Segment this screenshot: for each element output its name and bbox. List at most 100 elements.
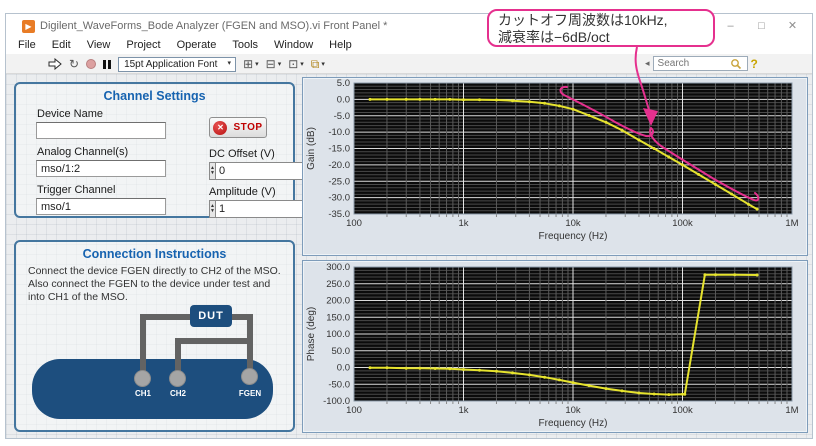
connection-instructions-title: Connection Instructions bbox=[16, 247, 293, 261]
decrement-icon[interactable]: ▼ bbox=[210, 171, 215, 176]
distribute-objects-button[interactable]: ⊟ ▾ bbox=[266, 55, 282, 73]
labview-app-icon: ▶ bbox=[22, 20, 35, 33]
close-button[interactable]: ✕ bbox=[777, 14, 808, 38]
menu-item-edit[interactable]: Edit bbox=[44, 38, 79, 54]
svg-text:-50.0: -50.0 bbox=[328, 379, 350, 390]
phase-chart-plot: 300.0250.0200.0150.0100.050.00.0-50.0-10… bbox=[303, 261, 809, 434]
svg-text:1M: 1M bbox=[785, 405, 798, 416]
align-objects-button[interactable]: ⊞ ▾ bbox=[243, 55, 259, 73]
annotation-callout: カットオフ周波数は10kHz, 減衰率は−6dB/oct bbox=[487, 9, 715, 47]
svg-text:-30.0: -30.0 bbox=[328, 193, 350, 204]
menu-item-project[interactable]: Project bbox=[118, 38, 168, 54]
dc-offset-control: ▲ ▼ bbox=[209, 162, 259, 180]
stop-button[interactable]: ✕ STOP bbox=[209, 117, 267, 138]
chevron-down-icon: ▾ bbox=[278, 60, 282, 68]
connection-instructions-panel: Connection Instructions Connect the devi… bbox=[14, 240, 295, 432]
toolbar-collapse-icon[interactable]: ◂ bbox=[645, 58, 650, 69]
channel-settings-panel: Channel Settings Device Name ✕ STOP Anal… bbox=[14, 82, 295, 218]
trigger-channel-label: Trigger Channel bbox=[37, 184, 115, 196]
svg-text:1M: 1M bbox=[785, 218, 798, 229]
maximize-button[interactable]: □ bbox=[746, 14, 777, 38]
font-selector-value: 15pt Application Font bbox=[124, 59, 217, 71]
svg-text:250.0: 250.0 bbox=[326, 279, 350, 290]
ch2-port bbox=[169, 370, 186, 387]
svg-text:50.0: 50.0 bbox=[332, 346, 351, 357]
svg-text:0.0: 0.0 bbox=[337, 94, 350, 105]
annotation-line2: 減衰率は−6dB/oct bbox=[498, 29, 713, 46]
amplitude-label: Amplitude (V) bbox=[209, 186, 276, 198]
menu-item-tools[interactable]: Tools bbox=[224, 38, 266, 54]
svg-text:100.0: 100.0 bbox=[326, 329, 350, 340]
decrement-icon[interactable]: ▼ bbox=[210, 209, 215, 214]
menu-item-file[interactable]: File bbox=[10, 38, 44, 54]
search-icon bbox=[730, 58, 742, 70]
fgen-port-label: FGEN bbox=[239, 389, 261, 398]
svg-text:100k: 100k bbox=[672, 218, 693, 229]
ch1-port-label: CH1 bbox=[135, 389, 151, 398]
svg-text:10k: 10k bbox=[565, 218, 581, 229]
menu-item-view[interactable]: View bbox=[79, 38, 119, 54]
run-continuous-button[interactable]: ↻ bbox=[69, 55, 79, 73]
amplitude-control: ▲ ▼ bbox=[209, 200, 259, 218]
chevron-down-icon: ▾ bbox=[255, 60, 259, 68]
analog-channels-field[interactable] bbox=[36, 160, 166, 177]
resize-objects-icon: ⊡ bbox=[288, 55, 298, 73]
abort-button[interactable] bbox=[86, 59, 96, 69]
wire-ch1-horizontal bbox=[140, 314, 192, 320]
amplitude-stepper[interactable]: ▲ ▼ bbox=[209, 200, 216, 218]
svg-text:100k: 100k bbox=[672, 405, 693, 416]
svg-text:Gain (dB): Gain (dB) bbox=[306, 127, 317, 170]
wire-ch2-horizontal bbox=[175, 338, 253, 344]
svg-text:200.0: 200.0 bbox=[326, 296, 350, 307]
gain-chart: 5.00.0-5.0-10.0-15.0-20.0-25.0-30.0-35.0… bbox=[302, 77, 808, 256]
dc-offset-stepper[interactable]: ▲ ▼ bbox=[209, 162, 216, 180]
connection-instructions-text: Connect the device FGEN directly to CH2 … bbox=[28, 265, 286, 304]
fgen-port bbox=[241, 368, 258, 385]
menu-item-operate[interactable]: Operate bbox=[169, 38, 225, 54]
analog-channels-label: Analog Channel(s) bbox=[37, 146, 128, 158]
search-input[interactable] bbox=[654, 58, 730, 69]
svg-text:100: 100 bbox=[346, 218, 362, 229]
stop-x-icon: ✕ bbox=[213, 121, 227, 135]
svg-text:Frequency (Hz): Frequency (Hz) bbox=[539, 231, 608, 242]
toolbar: ↻ 15pt Application Font ▾ ⊞ ▾ ⊟ ▾ ⊡ ▾ bbox=[6, 54, 812, 74]
wire-fgen bbox=[247, 314, 253, 376]
reorder-objects-icon: ⧉ bbox=[311, 55, 320, 73]
minimize-button[interactable]: – bbox=[715, 14, 746, 38]
device-name-field[interactable] bbox=[36, 122, 166, 139]
search-field[interactable] bbox=[653, 56, 748, 71]
run-button[interactable] bbox=[48, 58, 62, 70]
phase-chart: 300.0250.0200.0150.0100.050.00.0-50.0-10… bbox=[302, 260, 808, 433]
svg-text:-20.0: -20.0 bbox=[328, 160, 350, 171]
gain-chart-plot: 5.00.0-5.0-10.0-15.0-20.0-25.0-30.0-35.0… bbox=[303, 78, 809, 257]
menu-item-window[interactable]: Window bbox=[266, 38, 321, 54]
svg-text:100: 100 bbox=[346, 405, 362, 416]
svg-text:1k: 1k bbox=[458, 405, 468, 416]
reorder-objects-button[interactable]: ⧉ ▾ bbox=[311, 55, 325, 73]
ch2-port-label: CH2 bbox=[170, 389, 186, 398]
svg-text:5.0: 5.0 bbox=[337, 78, 350, 89]
resize-objects-button[interactable]: ⊡ ▾ bbox=[288, 55, 304, 73]
svg-text:Phase (deg): Phase (deg) bbox=[306, 307, 317, 361]
svg-text:300.0: 300.0 bbox=[326, 262, 350, 273]
trigger-channel-field[interactable] bbox=[36, 198, 166, 215]
labview-window: ▶ Digilent_WaveForms_Bode Analyzer (FGEN… bbox=[6, 14, 812, 438]
window-title: Digilent_WaveForms_Bode Analyzer (FGEN a… bbox=[40, 20, 387, 32]
svg-text:-10.0: -10.0 bbox=[328, 127, 350, 138]
font-selector[interactable]: 15pt Application Font ▾ bbox=[118, 57, 236, 72]
screenshot-root: ▶ Digilent_WaveForms_Bode Analyzer (FGEN… bbox=[0, 0, 816, 446]
chevron-down-icon: ▾ bbox=[321, 60, 325, 68]
svg-text:-15.0: -15.0 bbox=[328, 144, 350, 155]
device-name-label: Device Name bbox=[37, 108, 103, 120]
svg-text:-25.0: -25.0 bbox=[328, 176, 350, 187]
help-icon[interactable]: ? bbox=[751, 57, 758, 71]
channel-settings-title: Channel Settings bbox=[16, 89, 293, 103]
pause-button[interactable] bbox=[103, 60, 111, 69]
ch1-port bbox=[134, 370, 151, 387]
menu-item-help[interactable]: Help bbox=[321, 38, 360, 54]
front-panel: Channel Settings Device Name ✕ STOP Anal… bbox=[6, 74, 812, 438]
chevron-down-icon: ▾ bbox=[300, 60, 304, 68]
align-objects-icon: ⊞ bbox=[243, 55, 253, 73]
chevron-down-icon: ▾ bbox=[228, 59, 232, 71]
svg-text:Frequency (Hz): Frequency (Hz) bbox=[539, 418, 608, 429]
